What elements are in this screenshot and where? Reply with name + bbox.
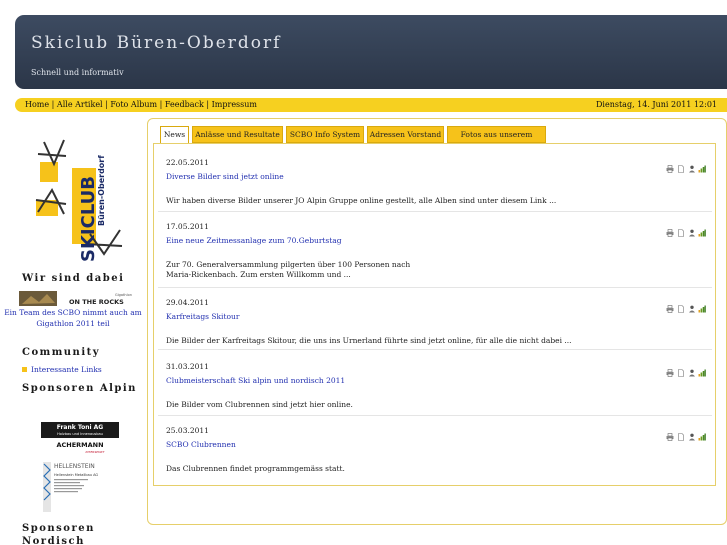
article-date: 22.05.2011 bbox=[166, 158, 209, 167]
sponsor-frank-toni-sub: Holzbau und Innenausbau bbox=[57, 432, 103, 436]
sponsor-logos[interactable]: Frank Toni AG Holzbau und Innenausbau AC… bbox=[41, 422, 119, 514]
menu-separator: | bbox=[206, 100, 210, 109]
logo-subtext: Büren-Oberdorf bbox=[97, 155, 106, 226]
section-heading-wir-sind-dabei: Wir sind dabei bbox=[22, 273, 125, 284]
club-logo[interactable]: SKICLUB Büren-Oberdorf bbox=[30, 134, 130, 268]
article-teaser: Das Clubrennen findet programmgemäss sta… bbox=[166, 464, 345, 473]
site-tagline: Schnell und informativ bbox=[31, 68, 124, 77]
news-list: 22.05.2011 Diverse Bilder sind jetzt onl… bbox=[153, 143, 716, 486]
article-title[interactable]: Eine neue Zeitmessanlage zum 70.Geburtst… bbox=[166, 236, 342, 245]
sponsor-frank-toni: Frank Toni AG bbox=[57, 424, 104, 431]
sponsor-achermann-sub: INTERSPORT bbox=[86, 450, 106, 454]
user-icon[interactable] bbox=[688, 362, 696, 377]
article-date: 31.03.2011 bbox=[166, 362, 209, 371]
menu-item-feedback[interactable]: Feedback bbox=[165, 100, 204, 109]
site-header: Skiclub Büren-Oberdorf Schnell und infor… bbox=[15, 15, 727, 89]
menu-separator: | bbox=[51, 100, 55, 109]
pdf-icon[interactable] bbox=[677, 222, 685, 237]
article-teaser-line1: Zur 70. Generalversammlung pilgerten übe… bbox=[166, 260, 411, 269]
list-item: 29.04.2011 Karfreitags Skitour Die Bilde… bbox=[158, 290, 712, 350]
top-menu-bar: Home | Alle Artikel | Foto Album | Feedb… bbox=[15, 98, 727, 112]
pdf-icon[interactable] bbox=[677, 426, 685, 441]
community-link-interessante-links[interactable]: Interessante Links bbox=[22, 365, 102, 374]
article-title[interactable]: Karfreitags Skitour bbox=[166, 312, 239, 321]
article-actions bbox=[666, 426, 706, 441]
tab-adressen-vorstand[interactable]: Adressen Vorstand bbox=[367, 126, 444, 143]
rating-icon[interactable] bbox=[698, 426, 706, 441]
pdf-icon[interactable] bbox=[677, 298, 685, 313]
pdf-icon[interactable] bbox=[677, 362, 685, 377]
current-date: Dienstag, 14. Juni 2011 12:01 bbox=[596, 100, 717, 109]
gigathlon-banner[interactable]: Gigathlon ON THE ROCKS bbox=[19, 291, 140, 306]
pdf-icon[interactable] bbox=[677, 158, 685, 173]
printer-icon[interactable] bbox=[666, 158, 674, 173]
tab-fotos-aus-unserem-album[interactable]: Fotos aus unserem Album bbox=[447, 126, 546, 154]
list-item: 22.05.2011 Diverse Bilder sind jetzt onl… bbox=[158, 150, 712, 212]
section-heading-sponsoren-nordisch: Sponsoren bbox=[22, 523, 95, 534]
article-title[interactable]: Diverse Bilder sind jetzt online bbox=[166, 172, 284, 181]
tab-scbo-info-system[interactable]: SCBO Info System bbox=[286, 126, 364, 143]
printer-icon[interactable] bbox=[666, 222, 674, 237]
article-actions bbox=[666, 298, 706, 313]
user-icon[interactable] bbox=[688, 222, 696, 237]
article-date: 17.05.2011 bbox=[166, 222, 209, 231]
article-actions bbox=[666, 362, 706, 377]
article-title[interactable]: SCBO Clubrennen bbox=[166, 440, 236, 449]
printer-icon[interactable] bbox=[666, 426, 674, 441]
bullet-icon bbox=[22, 367, 27, 372]
article-actions bbox=[666, 222, 706, 237]
article-teaser-line2: Maria-Rickenbach. Zum ersten Willkomm un… bbox=[166, 270, 351, 279]
gigathlon-big-text: ON THE ROCKS bbox=[69, 298, 124, 306]
rating-icon[interactable] bbox=[698, 362, 706, 377]
logo-text: SKICLUB bbox=[78, 176, 99, 262]
sponsor-hellenstein-sub: Hellenstein Metallbau AG bbox=[54, 473, 98, 477]
article-title[interactable]: Clubmeisterschaft Ski alpin und nordisch… bbox=[166, 376, 345, 385]
menu-separator: | bbox=[159, 100, 163, 109]
user-icon[interactable] bbox=[688, 158, 696, 173]
section-heading-community: Community bbox=[22, 347, 101, 358]
user-icon[interactable] bbox=[688, 298, 696, 313]
menu-item-all-articles[interactable]: Alle Artikel bbox=[57, 100, 103, 109]
article-teaser: Wir haben diverse Bilder unserer JO Alpi… bbox=[166, 196, 557, 205]
printer-icon[interactable] bbox=[666, 298, 674, 313]
sponsor-achermann: ACHERMANN bbox=[56, 441, 103, 449]
sponsor-hellenstein: HELLENSTEIN bbox=[54, 463, 95, 470]
menu-item-photo-album[interactable]: Foto Album bbox=[110, 100, 157, 109]
article-teaser: Die Bilder vom Clubrennen sind jetzt hie… bbox=[166, 400, 353, 409]
list-item: 25.03.2011 SCBO Clubrennen Das Clubrenne… bbox=[158, 418, 712, 480]
printer-icon[interactable] bbox=[666, 362, 674, 377]
top-menu: Home | Alle Artikel | Foto Album | Feedb… bbox=[25, 98, 257, 112]
rating-icon[interactable] bbox=[698, 158, 706, 173]
article-actions bbox=[666, 158, 706, 173]
menu-separator: | bbox=[105, 100, 108, 109]
rating-icon[interactable] bbox=[698, 298, 706, 313]
article-date: 25.03.2011 bbox=[166, 426, 209, 435]
sidebar: SKICLUB Büren-Oberdorf Wir sind dabei Gi… bbox=[0, 130, 146, 545]
article-date: 29.04.2011 bbox=[166, 298, 209, 307]
gigathlon-small-text: Gigathlon bbox=[115, 293, 132, 297]
site-title[interactable]: Skiclub Büren-Oberdorf bbox=[31, 33, 281, 53]
section-heading-nordisch: Nordisch bbox=[22, 536, 85, 545]
tab-news[interactable]: News bbox=[160, 126, 189, 144]
section-heading-sponsoren-alpin: Sponsoren Alpin bbox=[22, 383, 137, 394]
article-teaser: Die Bilder der Karfreitags Skitour, die … bbox=[166, 336, 572, 345]
gigathlon-link[interactable]: Ein Team des SCBO nimmt auch am Gigathlo… bbox=[0, 307, 146, 329]
tab-anlaesse-und-resultate[interactable]: Anlässe und Resultate bbox=[192, 126, 283, 143]
community-link-label: Interessante Links bbox=[31, 365, 102, 374]
menu-item-home[interactable]: Home bbox=[25, 100, 49, 109]
list-item: 17.05.2011 Eine neue Zeitmessanlage zum … bbox=[158, 214, 712, 288]
list-item: 31.03.2011 Clubmeisterschaft Ski alpin u… bbox=[158, 352, 712, 416]
menu-item-impressum[interactable]: Impressum bbox=[212, 100, 257, 109]
rating-icon[interactable] bbox=[698, 222, 706, 237]
user-icon[interactable] bbox=[688, 426, 696, 441]
